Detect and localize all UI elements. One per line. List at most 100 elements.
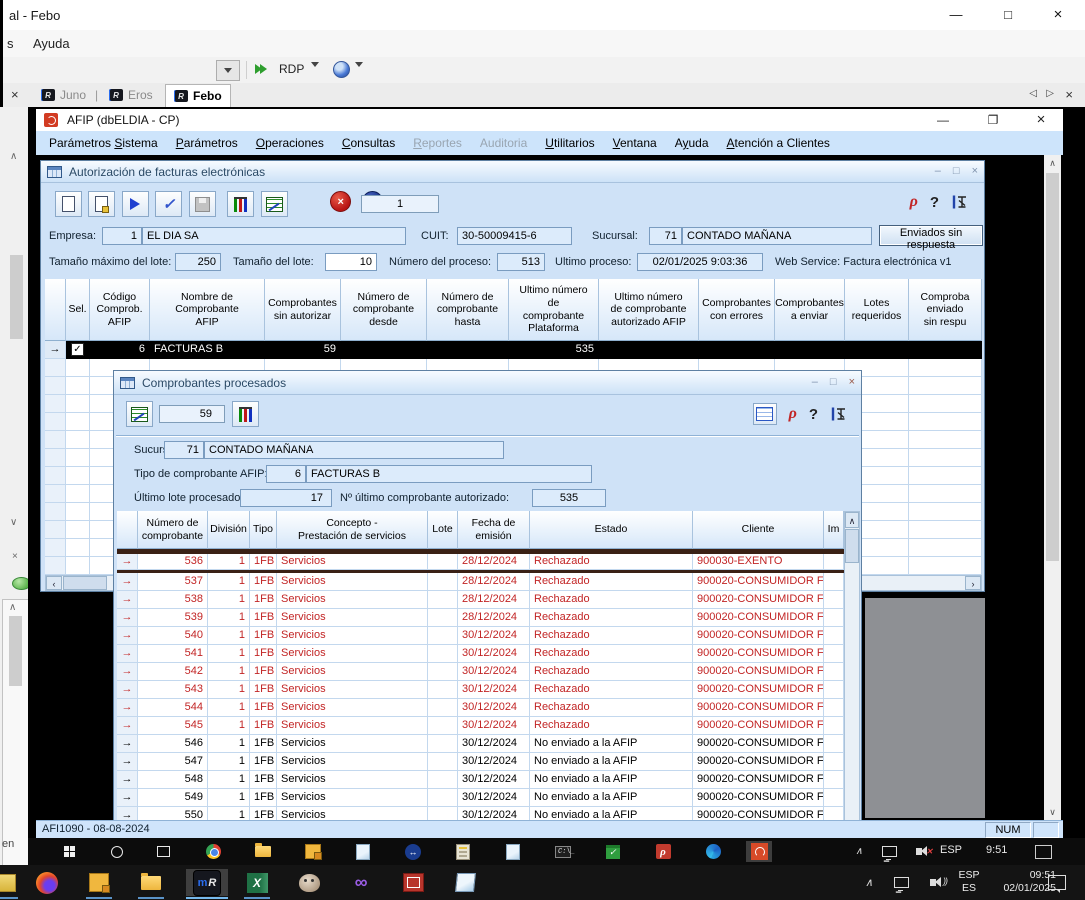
taskbar-db-tool[interactable] bbox=[82, 869, 116, 896]
ultimo-comprobante-field[interactable]: 535 bbox=[532, 489, 606, 507]
globe-icon[interactable] bbox=[333, 61, 350, 78]
tray-volume-muted[interactable] bbox=[906, 841, 932, 862]
exit-icon[interactable] bbox=[951, 194, 968, 210]
tray-expand-button[interactable]: ∧ bbox=[846, 841, 872, 862]
taskbar-db-tool[interactable] bbox=[300, 841, 326, 862]
taskbar-firefox[interactable] bbox=[30, 869, 64, 896]
proc-grid-row-544[interactable]: →54411FBServicios30/12/2024Rechazado9000… bbox=[117, 699, 844, 717]
tray-language[interactable]: ESP ES bbox=[952, 869, 986, 895]
task-view-button[interactable] bbox=[150, 841, 176, 862]
show-desktop-button[interactable] bbox=[1030, 841, 1056, 862]
connection-dropdown-button[interactable] bbox=[216, 60, 240, 81]
menu-auditoria[interactable]: Auditoria bbox=[471, 136, 536, 150]
count-field[interactable]: 59 bbox=[159, 405, 225, 423]
proc-grid-row-536[interactable]: →53611FBServicios28/12/2024Rechazado9000… bbox=[117, 551, 844, 573]
taskbar-afip-app-active[interactable] bbox=[746, 841, 772, 862]
proc-vscrollbar[interactable]: ∧ bbox=[844, 511, 860, 820]
afip-titlebar[interactable]: AFIP (dbELDIA - CP) — ❐ × bbox=[36, 109, 1063, 131]
print-preview-icon[interactable]: ρ bbox=[789, 405, 797, 423]
auth-close-button[interactable]: × bbox=[972, 166, 978, 177]
action-center-button[interactable] bbox=[1040, 869, 1074, 896]
host-menu-ayuda[interactable]: Ayuda bbox=[33, 36, 70, 51]
tray-volume[interactable] bbox=[916, 869, 950, 896]
proc-grid-row-550[interactable]: →55011FBServicios30/12/2024No enviado a … bbox=[117, 807, 844, 820]
menu-ayuda[interactable]: Ayuda bbox=[666, 136, 718, 150]
scrollbar-thumb[interactable] bbox=[10, 255, 23, 339]
workspace-vscrollbar[interactable]: ∧ ∨ bbox=[1044, 155, 1061, 820]
taskbar-image-viewer[interactable] bbox=[396, 869, 430, 896]
menu-ventana[interactable]: Ventana bbox=[604, 136, 666, 150]
proc-grid-row-547[interactable]: →54711FBServicios30/12/2024No enviado a … bbox=[117, 753, 844, 771]
panel-close-icon[interactable]: × bbox=[11, 87, 19, 102]
print-preview-icon[interactable]: ρ bbox=[910, 193, 918, 211]
taskbar-terminal[interactable]: C:\_ bbox=[550, 841, 576, 862]
menu-consultas[interactable]: Consultas bbox=[333, 136, 404, 150]
sucursal-name-field[interactable]: CONTADO MAÑANA bbox=[204, 441, 504, 459]
taskbar-calendar-app[interactable] bbox=[600, 841, 626, 862]
scroll-down-icon[interactable]: ∨ bbox=[10, 517, 17, 528]
taskbar-pervasive[interactable]: ρ bbox=[650, 841, 676, 862]
empresa-name-field[interactable]: EL DIA SA bbox=[142, 227, 406, 245]
auth-titlebar[interactable]: Autorización de facturas electrónicas –□… bbox=[41, 161, 984, 183]
tab-scroll-left-icon[interactable]: ◁ bbox=[1029, 88, 1037, 99]
exit-icon[interactable] bbox=[830, 406, 847, 422]
proc-minimize-button[interactable]: – bbox=[812, 377, 818, 388]
taskbar-gimp[interactable] bbox=[292, 869, 326, 896]
sucursal-code-field[interactable]: 71 bbox=[649, 227, 682, 245]
afip-minimize-button[interactable]: — bbox=[935, 112, 951, 128]
tab-scroll-right-icon[interactable]: ▷ bbox=[1046, 88, 1054, 99]
proc-grid-row-543[interactable]: →54311FBServicios30/12/2024Rechazado9000… bbox=[117, 681, 844, 699]
grid-report-button[interactable] bbox=[261, 191, 288, 217]
lote-max-field[interactable]: 250 bbox=[175, 253, 221, 271]
scroll-right-icon[interactable]: › bbox=[965, 576, 981, 590]
edit-properties-button[interactable] bbox=[88, 191, 115, 217]
confirm-button[interactable]: ✓ bbox=[155, 191, 182, 217]
taskbar-notepadpp[interactable] bbox=[448, 869, 482, 896]
save-button-disabled[interactable] bbox=[189, 191, 216, 217]
menu-operaciones[interactable]: Operaciones bbox=[247, 136, 333, 150]
taskbar-teamviewer[interactable]: ↔ bbox=[400, 841, 426, 862]
taskbar-chrome[interactable] bbox=[200, 841, 226, 862]
proc-grid-row-541[interactable]: →54111FBServicios30/12/2024Rechazado9000… bbox=[117, 645, 844, 663]
run-process-button[interactable] bbox=[122, 191, 149, 217]
tipo-code-field[interactable]: 6 bbox=[266, 465, 306, 483]
scroll-up-icon[interactable]: ∧ bbox=[10, 151, 17, 162]
tray-display[interactable] bbox=[876, 841, 902, 862]
proc-grid-row-549[interactable]: →54911FBServicios30/12/2024No enviado a … bbox=[117, 789, 844, 807]
tab-close-icon[interactable]: × bbox=[1065, 87, 1073, 102]
sucursal-name-field[interactable]: CONTADO MAÑANA bbox=[682, 227, 872, 245]
taskbar-visual-studio[interactable]: ∞ bbox=[344, 869, 378, 896]
tray-clock[interactable]: 9:51 bbox=[986, 844, 1007, 856]
tray-network[interactable] bbox=[884, 869, 918, 896]
auth-restore-button[interactable]: □ bbox=[953, 166, 960, 177]
auth-minimize-button[interactable]: – bbox=[935, 166, 941, 177]
taskbar-notepad[interactable] bbox=[350, 841, 376, 862]
scroll-up-icon[interactable]: ∧ bbox=[9, 602, 16, 613]
proc-grid-row-537[interactable]: →53711FBServicios28/12/2024Rechazado9000… bbox=[117, 573, 844, 591]
proc-restore-button[interactable]: □ bbox=[830, 377, 837, 388]
scrollbar-thumb[interactable] bbox=[63, 576, 107, 590]
taskbar-outlook[interactable] bbox=[0, 869, 22, 896]
afip-restore-button[interactable]: ❐ bbox=[985, 112, 1001, 128]
menu-par-metros[interactable]: Parámetros bbox=[167, 136, 247, 150]
tray-language[interactable]: ESP bbox=[940, 844, 962, 856]
proc-grid-row-546[interactable]: →54611FBServicios30/12/2024No enviado a … bbox=[117, 735, 844, 753]
enviados-sin-respuesta-button[interactable]: Enviados sin respuesta bbox=[879, 225, 983, 246]
ultimo-proceso-field[interactable]: 02/01/2025 9:03:36 bbox=[637, 253, 763, 271]
proc-grid-row-540[interactable]: →54011FBServicios30/12/2024Rechazado9000… bbox=[117, 627, 844, 645]
table-view-button[interactable] bbox=[753, 403, 777, 425]
menu-atenci-n-a-clientes[interactable]: Atención a Clientes bbox=[718, 136, 839, 150]
search-button[interactable] bbox=[104, 841, 130, 862]
scroll-down-icon[interactable]: ∨ bbox=[1044, 804, 1061, 820]
tab-juno[interactable]: R Juno bbox=[33, 84, 94, 106]
tray-expand-button[interactable]: ∧ bbox=[852, 869, 886, 896]
help-icon[interactable]: ? bbox=[809, 406, 818, 423]
tab-febo[interactable]: R Febo bbox=[165, 84, 231, 107]
proc-grid-row-538[interactable]: →53811FBServicios28/12/2024Rechazado9000… bbox=[117, 591, 844, 609]
taskbar-edge[interactable] bbox=[700, 841, 726, 862]
scroll-up-icon[interactable]: ∧ bbox=[845, 512, 859, 528]
scroll-left-icon[interactable]: ‹ bbox=[46, 576, 62, 590]
proc-grid-row-545[interactable]: →54511FBServicios30/12/2024Rechazado9000… bbox=[117, 717, 844, 735]
cuit-field[interactable]: 30-50009415-6 bbox=[457, 227, 572, 245]
auth-grid-row-selected[interactable]: →✓6FACTURAS B59535 bbox=[45, 341, 982, 359]
